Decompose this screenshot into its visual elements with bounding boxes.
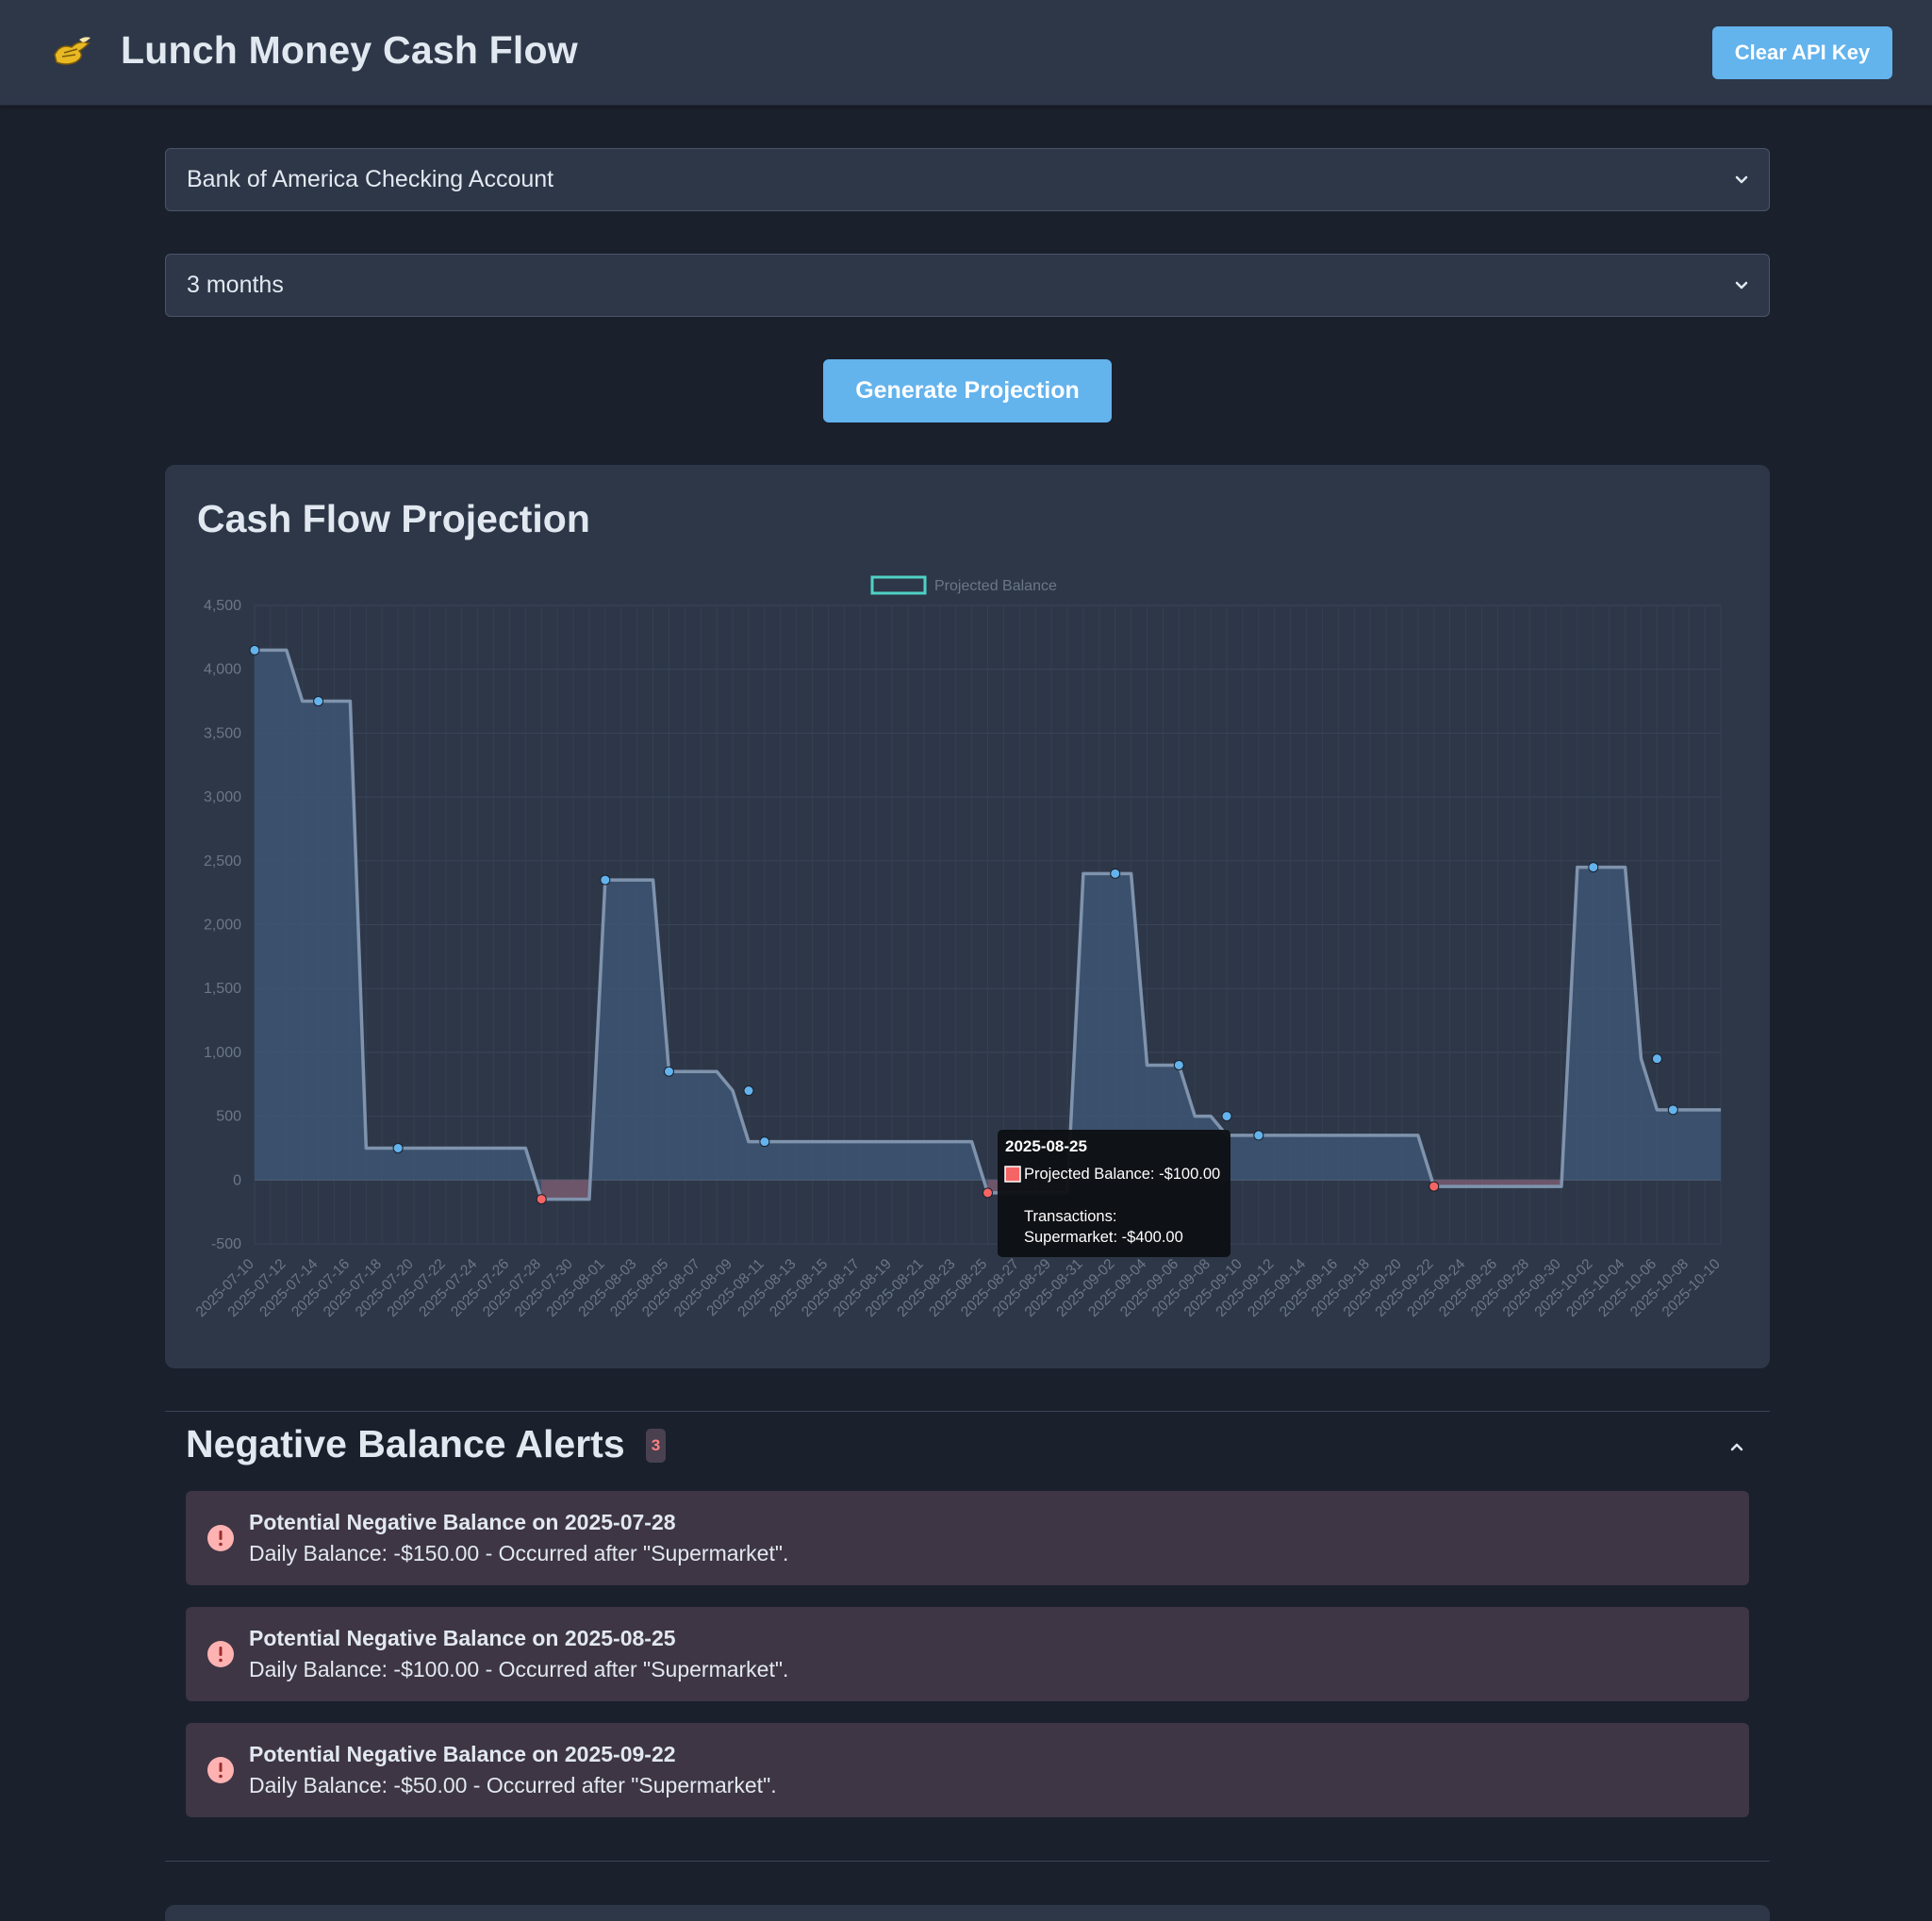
exclamation-circle-icon	[207, 1757, 234, 1783]
negative-region	[541, 1180, 589, 1200]
account-select-value: Bank of America Checking Account	[187, 166, 554, 192]
y-tick-label: 500	[216, 1109, 241, 1125]
section-divider	[165, 1861, 1770, 1862]
exclamation-circle-icon	[207, 1641, 234, 1667]
legend-label[interactable]: Projected Balance	[934, 578, 1057, 594]
chart-card: Cash Flow Projection 4,500 4,000 3,500 3,00…	[165, 465, 1770, 1368]
data-point	[1253, 1130, 1264, 1141]
data-point	[392, 1142, 404, 1153]
y-tick-label: 2,000	[204, 918, 241, 934]
alert-title: Potential Negative Balance on 2025-07-28	[249, 1510, 676, 1534]
alert-item: Potential Negative Balance on 2025-08-25…	[186, 1607, 1749, 1701]
next-section-card	[165, 1905, 1770, 1921]
generate-projection-button[interactable]: Generate Projection	[823, 359, 1112, 422]
tooltip-transactions-label: Transactions:	[1024, 1208, 1116, 1225]
y-tick-label: 0	[233, 1172, 241, 1188]
y-tick-label: 1,000	[204, 1045, 241, 1061]
alert-item: Potential Negative Balance on 2025-07-28…	[186, 1491, 1749, 1585]
period-select-value: 3 months	[187, 272, 284, 298]
y-tick-label: 3,500	[204, 725, 241, 741]
y-tick-label: -500	[211, 1236, 241, 1252]
alert-body: Daily Balance: -$50.00 - Occurred after …	[249, 1773, 777, 1797]
tooltip-date: 2025-08-25	[1005, 1137, 1087, 1155]
exclamation-circle-icon	[207, 1525, 234, 1551]
negative-point	[1428, 1181, 1440, 1192]
alerts-title: Negative Balance Alerts	[186, 1422, 625, 1466]
alert-title: Potential Negative Balance on 2025-08-25	[249, 1626, 676, 1650]
chevron-down-icon	[1735, 281, 1748, 290]
legend-swatch[interactable]	[870, 575, 927, 595]
chevron-up-icon[interactable]	[1724, 1433, 1750, 1460]
alert-title: Potential Negative Balance on 2025-09-22	[249, 1742, 676, 1766]
data-point	[743, 1085, 754, 1097]
app-header: Lunch Money Cash Flow Clear API Key	[0, 0, 1932, 106]
data-point	[600, 874, 611, 886]
period-select[interactable]: 3 months	[165, 254, 1770, 317]
y-tick-label: 4,000	[204, 662, 241, 678]
section-divider	[165, 1411, 1770, 1412]
chevron-down-icon	[1735, 175, 1748, 184]
alert-body: Daily Balance: -$150.00 - Occurred after…	[249, 1541, 789, 1565]
y-tick-label: 2,500	[204, 853, 241, 869]
app-title: Lunch Money Cash Flow	[121, 28, 578, 72]
tooltip-swatch	[1004, 1166, 1021, 1183]
negative-point	[983, 1187, 993, 1199]
clear-api-key-button[interactable]: Clear API Key	[1712, 26, 1892, 79]
alerts-count-badge: 3	[646, 1429, 666, 1463]
tooltip-balance: Projected Balance: -$100.00	[1024, 1166, 1220, 1183]
data-point	[1221, 1111, 1232, 1122]
data-point	[1173, 1059, 1184, 1070]
data-point	[1651, 1053, 1662, 1065]
negative-point	[536, 1194, 547, 1205]
data-point	[759, 1136, 770, 1148]
chart-tooltip: 2025-08-25 Projected Balance: -$100.00 T…	[998, 1130, 1230, 1257]
account-select[interactable]: Bank of America Checking Account	[165, 148, 1770, 211]
y-tick-label: 3,000	[204, 789, 241, 805]
data-point	[313, 696, 324, 707]
data-point	[1110, 868, 1121, 879]
alert-item: Potential Negative Balance on 2025-09-22…	[186, 1723, 1749, 1817]
y-tick-label: 4,500	[204, 598, 241, 614]
alert-body: Daily Balance: -$100.00 - Occurred after…	[249, 1657, 789, 1681]
money-wings-icon	[54, 37, 91, 65]
cash-flow-chart[interactable]: 4,500 4,000 3,500 3,000 2,500 2,000 1,500 1,000…	[165, 465, 1770, 1368]
data-point	[663, 1066, 674, 1077]
data-point	[1588, 862, 1599, 873]
data-point	[1667, 1104, 1678, 1116]
data-point	[249, 644, 260, 655]
y-tick-label: 1,500	[204, 981, 241, 997]
tooltip-transaction: Supermarket: -$400.00	[1024, 1229, 1183, 1246]
